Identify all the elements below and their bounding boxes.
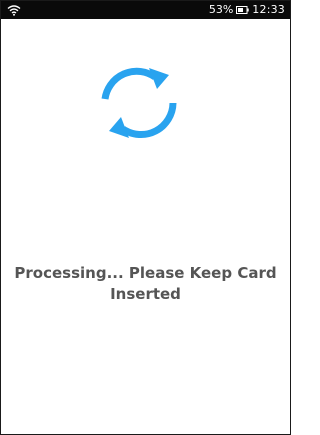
processing-message: Processing... Please Keep Card Inserted	[1, 263, 290, 305]
wifi-icon	[7, 5, 21, 16]
battery-icon	[236, 6, 249, 14]
status-indicators: 53% 12:33	[209, 2, 285, 18]
status-clock: 12:33	[252, 3, 285, 16]
processing-message-line-2: Inserted	[110, 285, 181, 303]
status-bar: 53% 12:33	[1, 1, 290, 19]
refresh-sync-icon	[101, 67, 177, 139]
battery-percentage: 53%	[208, 3, 234, 16]
payment-terminal-screen: 53% 12:33 Processing... Please Keep Card…	[0, 0, 291, 435]
processing-message-line-1: Processing... Please Keep Card	[14, 264, 277, 282]
